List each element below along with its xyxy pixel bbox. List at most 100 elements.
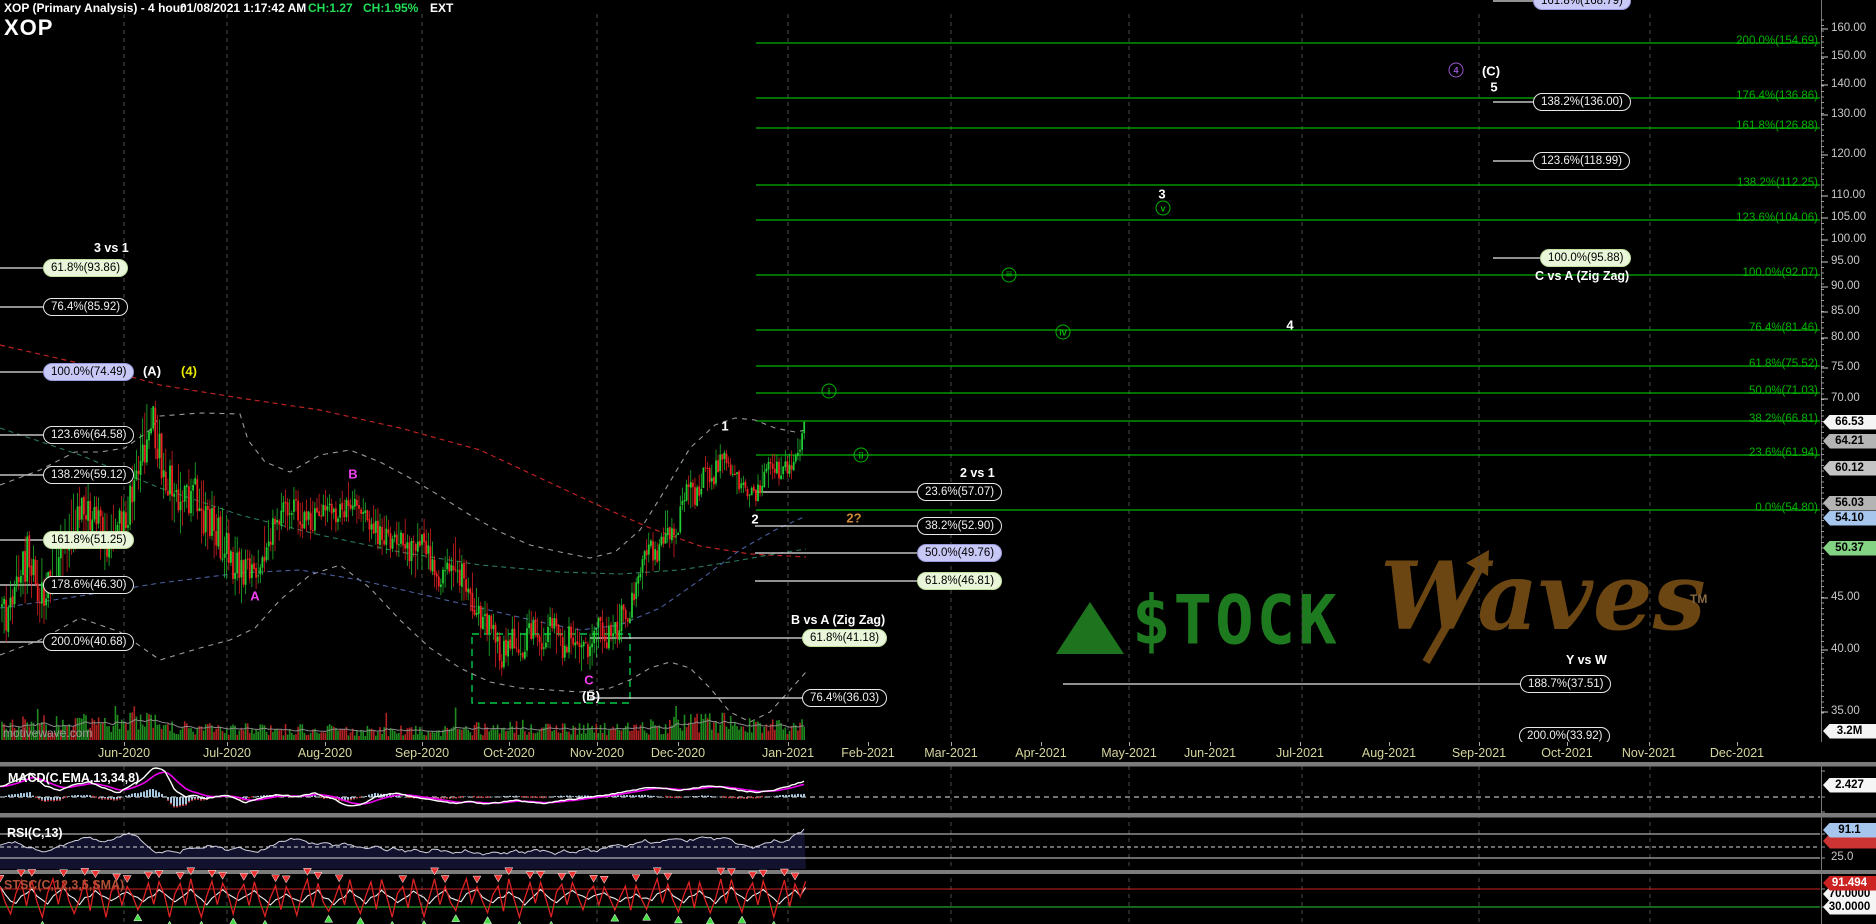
price-tick-label: 100.00 <box>1831 233 1866 245</box>
price-tick-label: 45.00 <box>1831 591 1860 603</box>
fib-level-label[interactable]: 100.0%(95.88) <box>1540 249 1631 267</box>
fib-level-label[interactable]: 50.0%(49.76) <box>917 544 1002 562</box>
date-label: Jul-2020 <box>203 746 251 760</box>
elliott-wave-label[interactable]: (A) <box>143 364 161 379</box>
fib-extension-label: 50.0%(71.03) <box>1678 385 1818 397</box>
price-badge: 56.03 <box>1823 496 1876 511</box>
date-label: Oct-2021 <box>1541 746 1592 760</box>
fib-level-label[interactable]: 23.6%(57.07) <box>917 483 1002 501</box>
price-tick-label: 110.00 <box>1831 189 1865 201</box>
fib-tool-heading: 3 vs 1 <box>94 241 129 255</box>
date-label: Apr-2021 <box>1015 746 1066 760</box>
session-badge: EXT <box>430 1 453 15</box>
crosshair-datetime: 01/08/2021 1:17:42 AM <box>180 1 306 15</box>
elliott-wave-circled-label[interactable]: 4 <box>1449 63 1464 78</box>
date-label: Nov-2020 <box>570 746 624 760</box>
elliott-wave-label[interactable]: (C) <box>1482 64 1500 79</box>
date-label: Jun-2020 <box>98 746 150 760</box>
fib-extension-label: 38.2%(66.81) <box>1678 413 1818 425</box>
date-label: Feb-2021 <box>841 746 895 760</box>
price-tick-label: 130.00 <box>1831 108 1866 120</box>
date-label: May-2021 <box>1101 746 1157 760</box>
fib-extension-label: 0.0%(54.80) <box>1678 502 1818 514</box>
elliott-wave-label[interactable]: B <box>348 467 357 482</box>
fib-extension-label: 138.2%(112.25) <box>1678 177 1818 189</box>
fib-extension-label: 123.6%(104.06) <box>1678 212 1818 224</box>
price-tick-label: 35.00 <box>1831 705 1860 717</box>
fib-level-label[interactable]: 76.4%(85.92) <box>43 298 128 316</box>
elliott-wave-label[interactable]: A <box>250 589 259 604</box>
elliott-wave-circled-label[interactable]: ii <box>854 448 869 463</box>
fib-level-label[interactable]: 100.0%(74.49) <box>43 363 134 381</box>
fib-level-label[interactable]: 138.2%(59.12) <box>43 466 134 484</box>
indicator-value-badge: 30.0000 <box>1823 900 1876 915</box>
fib-extension-label: 161.8%(126.88) <box>1678 120 1818 132</box>
date-label: Dec-2020 <box>651 746 705 760</box>
fib-level-label[interactable]: 178.6%(46.30) <box>43 576 134 594</box>
fib-tool-heading: C vs A (Zig Zag) <box>1535 269 1629 283</box>
motivewave-chart-window: $TOCK Waves TM 3 vs 161.8%(93.86)76.4%(8… <box>0 0 1876 924</box>
fib-level-label[interactable]: 38.2%(52.90) <box>917 517 1002 535</box>
macd-panel-title: MACD(C,EMA,13,34,8) <box>8 771 139 785</box>
indicator-tick-label: 25.0 <box>1831 851 1853 863</box>
date-label: Jan-2021 <box>762 746 814 760</box>
elliott-wave-circled-label[interactable]: i <box>822 384 837 399</box>
elliott-wave-label[interactable]: 4 <box>1286 318 1293 333</box>
elliott-wave-circled-label[interactable]: v <box>1156 201 1171 216</box>
motivewave-watermark: motivewave.com <box>3 726 92 740</box>
price-tick-label: 90.00 <box>1831 280 1860 292</box>
date-label: Jun-2021 <box>1184 746 1236 760</box>
elliott-wave-label[interactable]: 5 <box>1490 80 1497 95</box>
price-tick-label: 140.00 <box>1831 78 1866 90</box>
fib-extension-label: 200.0%(154.69) <box>1678 35 1818 47</box>
elliott-wave-label[interactable]: 3 <box>1158 187 1165 202</box>
date-label: Dec-2021 <box>1710 746 1764 760</box>
stsc-panel-title: STSC(C,12,3,5,SMA) <box>4 878 124 892</box>
chart-annotations-layer: 3 vs 1 61.8%(93.86) 76.4%(85.92) 100.0%(74.… <box>0 0 1876 924</box>
fib-level-label[interactable]: 61.8%(41.18) <box>802 629 887 647</box>
fib-tool-heading: B vs A (Zig Zag) <box>791 613 885 627</box>
price-tick-label: 160.00 <box>1831 22 1866 34</box>
elliott-wave-circled-label[interactable]: iv <box>1056 325 1071 340</box>
fib-extension-label: 76.4%(81.46) <box>1678 322 1818 334</box>
fib-extension-label: 176.4%(136.86) <box>1678 90 1818 102</box>
date-label: Aug-2021 <box>1362 746 1416 760</box>
indicator-value-badge: 2.427 <box>1823 778 1876 793</box>
fib-extension-label: 23.6%(61.94) <box>1678 447 1818 459</box>
elliott-wave-label[interactable]: 2 <box>751 512 758 527</box>
date-axis[interactable]: Jun-2020Jul-2020Aug-2020Sep-2020Oct-2020… <box>0 742 1876 762</box>
fib-extension-label: 61.8%(75.52) <box>1678 358 1818 370</box>
elliott-wave-label[interactable]: 2? <box>846 511 861 526</box>
fib-level-label[interactable]: 61.8%(46.81) <box>917 572 1002 590</box>
elliott-wave-label[interactable]: (B) <box>582 689 600 704</box>
change-percent: CH:1.95% <box>363 1 418 15</box>
fib-level-label[interactable]: 123.6%(118.99) <box>1533 152 1630 170</box>
fib-level-label[interactable]: 123.6%(64.58) <box>43 426 134 444</box>
price-badge: 3.2M <box>1823 724 1876 739</box>
fib-tool-heading: 2 vs 1 <box>960 466 995 480</box>
elliott-wave-label[interactable]: C <box>584 673 593 688</box>
price-badge: 54.10 <box>1823 511 1876 526</box>
fib-extension-label: 100.0%(92.07) <box>1678 267 1818 279</box>
fib-level-label[interactable]: 188.7%(37.51) <box>1520 675 1611 693</box>
date-label: Aug-2020 <box>298 746 352 760</box>
fib-level-label[interactable]: 61.8%(93.86) <box>43 259 128 277</box>
fib-level-label[interactable]: 76.4%(36.03) <box>802 689 887 707</box>
price-badge: 60.12 <box>1823 461 1876 476</box>
fib-level-label[interactable]: 200.0%(40.68) <box>43 633 134 651</box>
fib-level-label[interactable]: 161.8%(51.25) <box>43 531 134 549</box>
elliott-wave-label[interactable]: 1 <box>721 419 728 434</box>
price-tick-label: 70.00 <box>1831 392 1860 404</box>
elliott-wave-circled-label[interactable]: iii <box>1002 268 1017 283</box>
indicator-value-badge: 91.1 <box>1823 823 1876 838</box>
fib-level-label[interactable]: 138.2%(136.00) <box>1533 93 1631 111</box>
symbol-label: XOP <box>4 15 53 41</box>
elliott-wave-label[interactable]: (4) <box>181 364 197 379</box>
indicator-value-badge: 91.494 <box>1823 876 1876 891</box>
fib-tool-heading: Y vs W <box>1566 653 1607 667</box>
price-badge: 64.21 <box>1823 434 1876 449</box>
price-tick-label: 80.00 <box>1831 331 1860 343</box>
date-label: Mar-2021 <box>924 746 978 760</box>
change-value: CH:1.27 <box>308 1 353 15</box>
price-tick-label: 105.00 <box>1831 211 1866 223</box>
